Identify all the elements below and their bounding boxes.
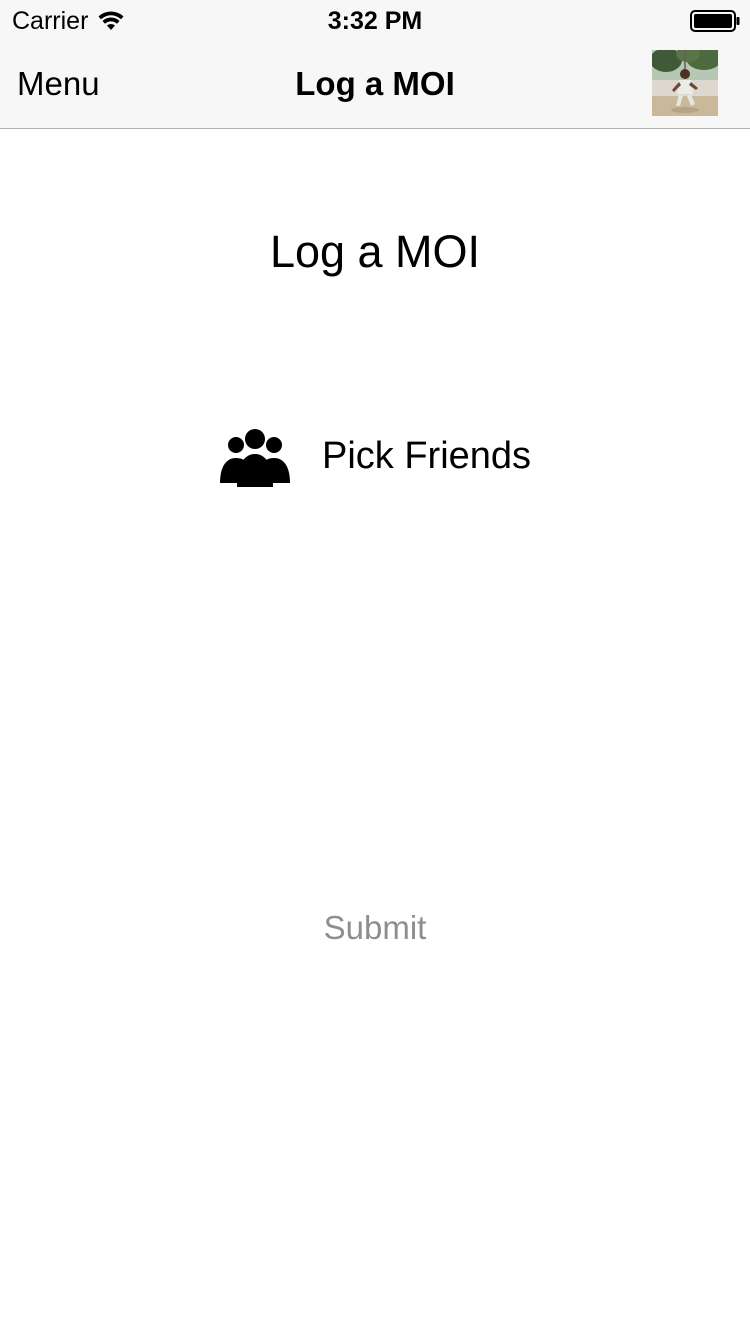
status-bar: Carrier 3:32 PM: [0, 0, 750, 40]
nav-title: Log a MOI: [295, 65, 455, 102]
pick-friends-button[interactable]: Pick Friends: [216, 420, 531, 492]
log-moi-screen: Carrier 3:32 PM Menu Log a MOI Log a MOI…: [0, 0, 750, 1334]
battery-full-icon: [690, 10, 740, 32]
carrier-label: Carrier: [12, 7, 89, 35]
top-chrome: Carrier 3:32 PM Menu Log a MOI: [0, 0, 750, 129]
carrier-group: Carrier: [12, 6, 124, 36]
group-people-icon: [220, 429, 290, 487]
menu-button[interactable]: Menu: [17, 64, 100, 104]
navigation-bar: Menu Log a MOI: [0, 40, 750, 128]
wifi-icon: [98, 11, 124, 30]
submit-button[interactable]: Submit: [275, 902, 475, 954]
profile-avatar[interactable]: [652, 50, 718, 116]
page-heading: Log a MOI: [269, 226, 481, 277]
pick-friends-label: Pick Friends: [322, 435, 532, 477]
avatar-photo: [652, 50, 718, 116]
